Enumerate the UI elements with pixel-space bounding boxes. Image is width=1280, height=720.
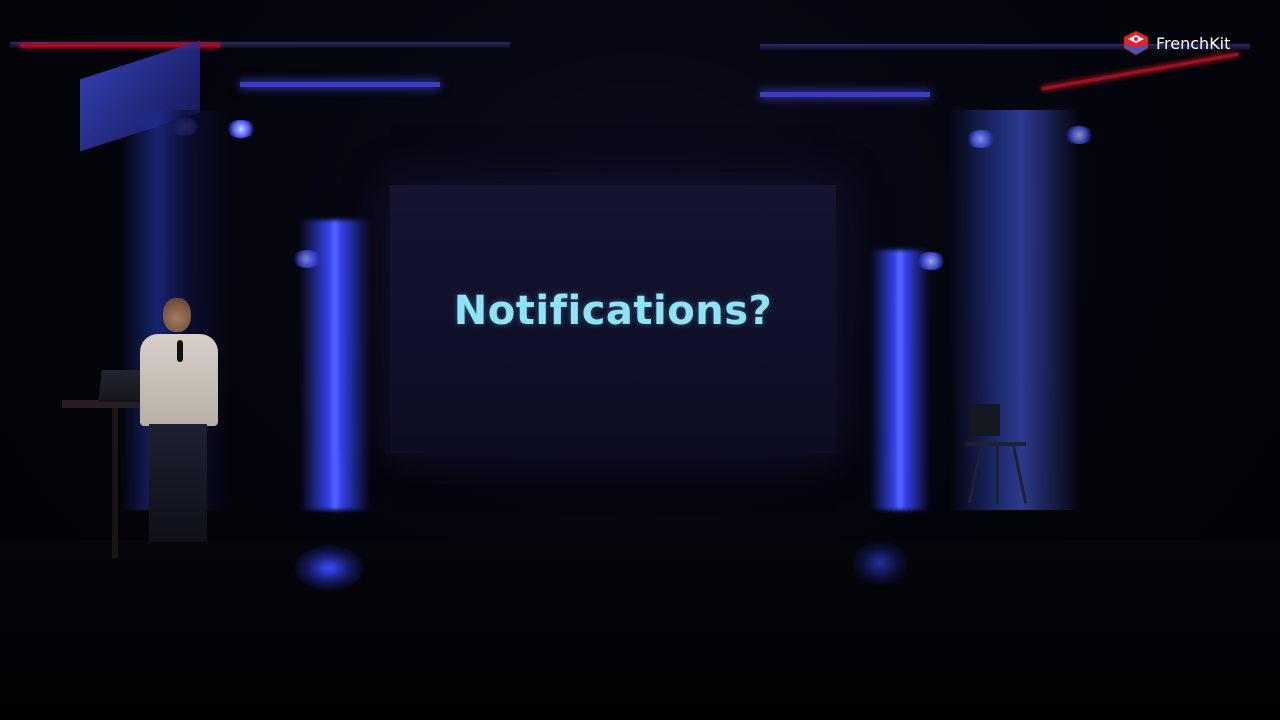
video-camera-icon — [970, 404, 1000, 436]
red-light-strip-right — [1041, 52, 1239, 91]
podium-stand — [112, 408, 118, 558]
speaker-jeans — [149, 424, 207, 542]
brand-name: FrenchKit — [1156, 33, 1231, 53]
audience-floor — [0, 540, 1280, 720]
frenchkit-logo: FrenchKit — [1122, 28, 1230, 58]
lighting-bar-right — [760, 92, 930, 97]
stage-spotlight-icon — [226, 120, 256, 138]
speaker-head — [163, 298, 191, 332]
lighting-bar-left — [240, 82, 440, 87]
speaker — [135, 298, 225, 548]
frenchkit-logo-icon — [1122, 29, 1150, 57]
uplight-left — [300, 220, 370, 510]
stage-scene: Notifications? FrenchKit — [0, 0, 1280, 720]
microphone-icon — [177, 340, 183, 362]
floor-light-glow — [852, 540, 908, 586]
uplight-right — [870, 250, 930, 510]
floor-light-glow — [294, 545, 364, 591]
slide-title: Notifications? — [453, 288, 773, 334]
camera-tripod — [966, 404, 1030, 504]
projection-screen: Notifications? — [390, 185, 836, 453]
